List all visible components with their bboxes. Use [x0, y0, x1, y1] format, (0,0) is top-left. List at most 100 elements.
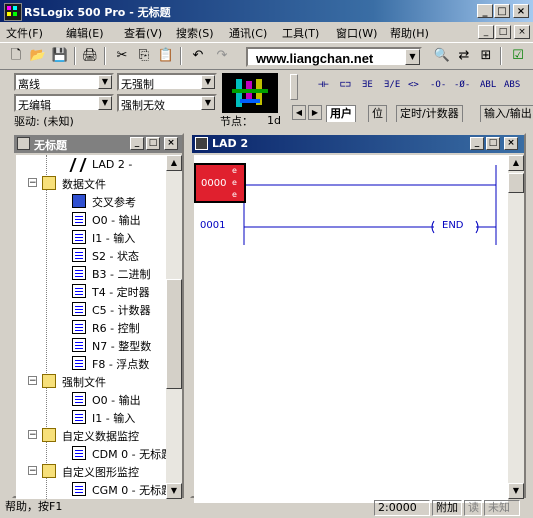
tree-item[interactable]: − 强制文件: [16, 372, 166, 390]
ladder-minimize-button[interactable]: _: [470, 137, 484, 150]
ladder-maximize-button[interactable]: □: [486, 137, 500, 150]
instr-xic[interactable]: ∃E: [362, 80, 373, 90]
tree-item[interactable]: I1 - 输入: [16, 408, 166, 426]
tab-bit[interactable]: 位: [368, 105, 387, 122]
verify-icon[interactable]: ☑: [508, 46, 528, 66]
chevron-down-icon[interactable]: ▼: [201, 75, 215, 89]
tree-item[interactable]: O0 - 输出: [16, 390, 166, 408]
chevron-down-icon[interactable]: ▼: [98, 75, 112, 89]
tree-item-label: S2 - 状态: [92, 250, 139, 263]
collapse-icon[interactable]: −: [28, 376, 37, 386]
tree-item[interactable]: I1 - 输入: [16, 228, 166, 246]
ladder-scrollbar[interactable]: ▲ ▼: [508, 155, 524, 499]
data-file-icon: [72, 212, 86, 226]
instr-xio[interactable]: ∃/E: [384, 80, 400, 90]
cut-icon[interactable]: ✂: [112, 46, 132, 66]
tab-user[interactable]: 用户: [326, 105, 356, 122]
address-value: www.liangchan.net: [256, 51, 374, 66]
tree-item[interactable]: − 自定义图形监控: [16, 462, 166, 480]
ladder-editor[interactable]: 0000 e e e 0001 END: [194, 155, 508, 503]
data-file-icon: [72, 230, 86, 244]
collapse-icon[interactable]: −: [28, 178, 37, 188]
crossref-icon[interactable]: ⊞: [476, 46, 496, 66]
instr-otl[interactable]: -O-: [430, 80, 446, 90]
tree-item[interactable]: − 自定义数据监控: [16, 426, 166, 444]
tree-item[interactable]: N7 - 整型数: [16, 336, 166, 354]
close-button[interactable]: ×: [513, 4, 529, 18]
search-icon[interactable]: 🔍: [432, 46, 452, 66]
chevron-down-icon[interactable]: ▼: [405, 49, 420, 65]
replace-icon[interactable]: ⇄: [454, 46, 474, 66]
menu-view[interactable]: 查看(V): [124, 25, 162, 41]
tree-item[interactable]: − 数据文件: [16, 174, 166, 192]
tab-scroll-right[interactable]: ▶: [308, 105, 322, 120]
tree-item[interactable]: S2 - 状态: [16, 246, 166, 264]
collapse-icon[interactable]: −: [28, 466, 37, 476]
maximize-button[interactable]: □: [494, 4, 510, 18]
palette-grip[interactable]: [290, 74, 298, 100]
tree-item[interactable]: C5 - 计数器: [16, 300, 166, 318]
menu-edit[interactable]: 编辑(E): [66, 25, 104, 41]
copy-icon[interactable]: ⎘: [134, 46, 154, 66]
instr-abl[interactable]: ABL: [480, 80, 496, 90]
instr-abs[interactable]: ABS: [504, 80, 520, 90]
new-icon[interactable]: 🗋: [6, 46, 26, 66]
status-append: 附加: [432, 500, 462, 516]
open-icon[interactable]: 📂: [28, 46, 48, 66]
scroll-thumb[interactable]: [166, 279, 182, 389]
save-icon[interactable]: 💾: [50, 46, 70, 66]
redo-icon[interactable]: ↷: [212, 46, 232, 66]
force-combo[interactable]: 无强制 ▼: [117, 73, 217, 91]
scroll-down-button[interactable]: ▼: [166, 483, 182, 499]
undo-icon[interactable]: ↶: [188, 46, 208, 66]
processor-status-icon[interactable]: [222, 73, 278, 113]
tree-item[interactable]: CGM 0 - 无标题: [16, 480, 172, 498]
mdi-close-button[interactable]: ×: [514, 25, 530, 39]
tree-item[interactable]: O0 - 输出: [16, 210, 166, 228]
force-state-combo[interactable]: 强制无效 ▼: [117, 94, 217, 112]
paste-icon[interactable]: 📋: [156, 46, 176, 66]
project-maximize-button[interactable]: □: [146, 137, 160, 150]
rung-number[interactable]: 0001: [200, 220, 225, 231]
tab-scroll-left[interactable]: ◀: [292, 105, 306, 120]
tree-item[interactable]: F8 - 浮点数: [16, 354, 166, 372]
tree-item[interactable]: CDM 0 - 无标题: [16, 444, 172, 462]
tab-timer-counter[interactable]: 定时/计数器: [396, 105, 463, 122]
minimize-button[interactable]: _: [477, 4, 493, 18]
menu-window[interactable]: 窗口(W): [336, 25, 377, 41]
tab-io[interactable]: 输入/输出: [480, 105, 533, 122]
tree-item[interactable]: B3 - 二进制: [16, 264, 166, 282]
address-combo[interactable]: www.liangchan.net ▼: [246, 47, 422, 67]
collapse-icon[interactable]: −: [28, 430, 37, 440]
menu-comms[interactable]: 通讯(C): [229, 25, 267, 41]
instr-otu[interactable]: -Ø-: [454, 80, 470, 90]
project-minimize-button[interactable]: _: [130, 137, 144, 150]
menu-tools[interactable]: 工具(T): [282, 25, 319, 41]
tree-item[interactable]: T4 - 定时器: [16, 282, 166, 300]
mdi-minimize-button[interactable]: _: [478, 25, 494, 39]
instr-ote[interactable]: <>: [408, 80, 419, 90]
tree-item[interactable]: LAD 2 -: [16, 156, 166, 174]
ladder-close-button[interactable]: ×: [504, 137, 518, 150]
mdi-restore-button[interactable]: □: [495, 25, 511, 39]
print-icon[interactable]: 🖨: [80, 46, 100, 66]
menu-search[interactable]: 搜索(S): [176, 25, 214, 41]
project-scrollbar[interactable]: ▲ ▼: [166, 155, 182, 499]
instr-rung[interactable]: ⊏⊐: [340, 80, 351, 90]
scroll-down-button[interactable]: ▼: [508, 483, 524, 499]
menu-file[interactable]: 文件(F): [6, 25, 43, 41]
mode-combo[interactable]: 离线 ▼: [14, 73, 114, 91]
chevron-down-icon[interactable]: ▼: [98, 96, 112, 110]
project-close-button[interactable]: ×: [164, 137, 178, 150]
tree-item[interactable]: 交叉参考: [16, 192, 166, 210]
rung-0-selection[interactable]: 0000 e e e: [194, 163, 246, 203]
scroll-up-button[interactable]: ▲: [166, 155, 182, 171]
scroll-up-button[interactable]: ▲: [508, 155, 524, 171]
tree-item[interactable]: R6 - 控制: [16, 318, 166, 336]
scroll-thumb[interactable]: [508, 173, 524, 193]
chevron-down-icon[interactable]: ▼: [201, 96, 215, 110]
menu-help[interactable]: 帮助(H): [390, 25, 429, 41]
instr-branch[interactable]: ⊣⊢: [318, 80, 329, 90]
edit-combo[interactable]: 无编辑 ▼: [14, 94, 114, 112]
tree-item-label: 自定义图形监控: [62, 466, 139, 479]
